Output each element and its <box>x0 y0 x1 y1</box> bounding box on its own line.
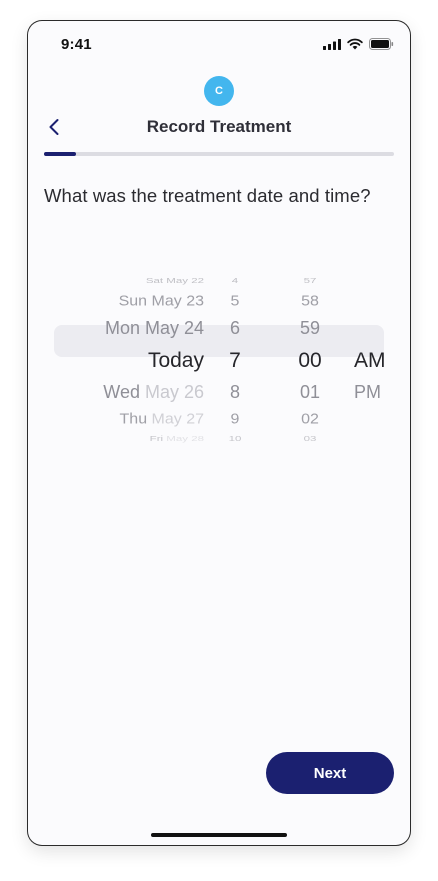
hour-option[interactable]: 8 <box>218 382 252 404</box>
ampm-option-selected[interactable]: AM <box>354 348 386 373</box>
date-time-picker[interactable]: Sat May 22 Sun May 23 Mon May 24 Today Wed M… <box>54 237 386 452</box>
minute-option[interactable]: 57 <box>289 278 331 286</box>
date-option[interactable]: Fri May 28 <box>150 436 204 444</box>
battery-icon <box>369 38 394 50</box>
date-option[interactable]: Thu May 27 <box>120 411 204 428</box>
hour-option[interactable]: 10 <box>218 436 252 444</box>
date-option-label: Mon May 24 <box>104 318 204 339</box>
date-wheel[interactable]: Sat May 22 Sun May 23 Mon May 24 Today Wed M… <box>54 237 204 452</box>
date-option[interactable]: Sun May 23 <box>119 293 204 310</box>
minute-wheel[interactable]: 57 58 59 00 01 02 03 <box>289 237 331 452</box>
hour-option[interactable]: 4 <box>218 278 252 286</box>
wifi-icon <box>347 38 363 50</box>
signal-icon <box>323 38 341 50</box>
phone-screen: 9:41 C Record Treatment What was the tre… <box>28 21 410 845</box>
page-title: Record Treatment <box>146 117 292 136</box>
status-icons <box>323 38 394 50</box>
status-bar: 9:41 <box>28 21 410 67</box>
date-option-selected[interactable]: Today <box>148 348 204 373</box>
minute-option[interactable]: 02 <box>289 411 331 428</box>
date-option[interactable]: Sat May 22 <box>146 278 204 286</box>
question-text: What was the treatment date and time? <box>44 185 371 206</box>
minute-option-selected[interactable]: 00 <box>289 348 331 373</box>
hour-wheel[interactable]: 4 5 6 7 8 9 10 <box>218 237 252 452</box>
progress-bar <box>44 152 394 156</box>
date-option-label: Today <box>147 349 204 373</box>
next-button[interactable]: Next <box>266 752 394 794</box>
date-option-day: May 27 <box>151 412 204 428</box>
hour-option-selected[interactable]: 7 <box>218 348 252 373</box>
minute-option[interactable]: 58 <box>289 293 331 310</box>
ampm-option[interactable]: PM <box>354 382 381 404</box>
date-option-label: Sat May 22 <box>145 277 204 286</box>
home-indicator <box>151 833 287 837</box>
minute-option[interactable]: 01 <box>289 382 331 404</box>
status-time: 9:41 <box>61 36 92 53</box>
hour-option[interactable]: 5 <box>218 293 252 310</box>
progress-fill <box>44 152 76 156</box>
date-option-weekday: Wed <box>103 382 145 403</box>
date-option-day: May 28 <box>166 435 204 444</box>
minute-option[interactable]: 59 <box>289 318 331 340</box>
date-option[interactable]: Wed May 26 <box>103 382 204 404</box>
ampm-wheel[interactable]: AM PM <box>354 237 394 452</box>
avatar[interactable]: C <box>204 76 234 106</box>
date-option-weekday: Thu <box>119 412 152 428</box>
date-option-weekday: Fri <box>149 435 167 444</box>
hour-option[interactable]: 6 <box>218 318 252 340</box>
hour-option[interactable]: 9 <box>218 411 252 428</box>
date-option[interactable]: Mon May 24 <box>105 318 204 340</box>
minute-option[interactable]: 03 <box>289 436 331 444</box>
date-option-label: Sun May 23 <box>118 294 204 310</box>
date-option-day: May 26 <box>144 382 204 403</box>
